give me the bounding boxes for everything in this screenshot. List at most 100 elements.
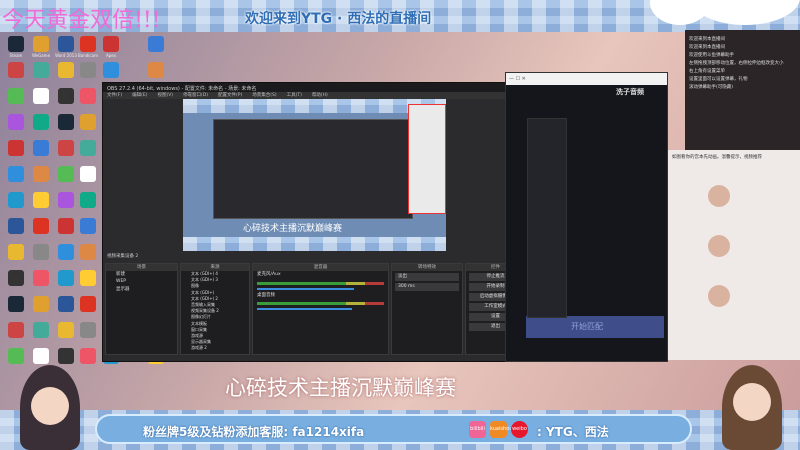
desktop-icon[interactable] [80,62,96,78]
obs-preview[interactable]: 心碎技术主播沉默巅峰赛 [183,99,446,251]
desktop-icon[interactable] [58,140,74,156]
desktop-icon[interactable] [8,88,24,104]
desktop-icon[interactable] [148,36,164,52]
desktop-icon[interactable] [80,88,96,104]
side-panel-text: 如图看你的宫本先动画。温馨提示，视频推荐 [672,155,762,160]
desktop-icon[interactable] [33,322,49,338]
desktop-icon[interactable] [58,192,74,208]
menu-item[interactable]: 配置文件(P) [218,92,242,99]
desktop-icon[interactable] [33,348,49,364]
desktop-icon-label: Steam [9,53,23,58]
desktop-icon[interactable] [33,244,49,260]
desktop-icon[interactable] [8,270,24,286]
desktop-icon[interactable] [103,36,119,52]
desktop-icon[interactable] [80,192,96,208]
desktop-icon[interactable] [58,36,74,52]
desktop-icon[interactable] [80,36,96,52]
transition-duration[interactable]: 300 ms [395,283,459,291]
desktop-icon[interactable] [33,140,49,156]
desktop-icon[interactable] [33,62,49,78]
scene-item[interactable]: 显示器 [106,286,177,294]
desktop-icon-label: WeGame [31,53,51,58]
fan-badge-text: 粉丝牌5级及钻粉添加客服: fa1214xifa [143,425,365,439]
chat-line: 欢迎使用斗鱼弹幕助手 [689,53,734,58]
scene-bar: 视频采集设备 2 [103,253,183,261]
desktop-icon[interactable] [8,62,24,78]
chat-line: 右上角有设置菜单 [689,69,725,74]
chat-line: 左侧拖拽顶部移动位置，右侧拉伸边框改变大小 [689,61,784,66]
menu-item[interactable]: 停靠窗口(D) [183,92,208,99]
desktop-icon[interactable] [80,114,96,130]
desktop-icon[interactable] [58,218,74,234]
audio-meter [257,302,384,305]
desktop-icon[interactable] [8,244,24,260]
desktop-icon[interactable] [8,348,24,364]
desktop-icon[interactable] [8,322,24,338]
menu-item[interactable]: 文件(F) [107,92,122,99]
desktop-icon[interactable] [58,62,74,78]
desktop-icon[interactable] [80,270,96,286]
desktop-icon[interactable] [58,244,74,260]
left-avatar [20,365,80,450]
desktop-icon[interactable] [58,322,74,338]
chat-line: 欢迎来到本直播间 [689,45,725,50]
menu-item[interactable]: 帮助(H) [312,92,328,99]
selected-source[interactable] [408,104,446,214]
desktop-icon[interactable] [8,296,24,312]
desktop-icon[interactable] [8,218,24,234]
desktop-icon[interactable] [8,114,24,130]
chat-line: 欢迎来到本直播间 [689,37,725,42]
right-avatar [722,365,782,450]
side-panel: 如图看你的宫本先动画。温馨提示，视频推荐 [668,150,800,360]
menu-item[interactable]: 工具(T) [287,92,302,99]
footer-banner: 粉丝牌5级及钻粉添加客服: fa1214xifa bilibili kuaish… [0,410,800,450]
desktop-icon[interactable] [80,322,96,338]
bilibili-icon: bilibili [469,421,486,438]
desktop-icon[interactable] [58,348,74,364]
desktop-icon[interactable] [33,192,49,208]
scene-item[interactable]: 新建 [106,271,177,279]
desktop-icon[interactable] [80,296,96,312]
start-match-button[interactable]: 开始匹配 [526,316,664,338]
desktop-icon[interactable] [8,36,24,52]
preview-caption: 心碎技术主播沉默巅峰赛 [243,224,343,234]
desktop-icon[interactable] [33,218,49,234]
desktop-icon[interactable] [58,114,74,130]
scene-item[interactable]: WEP [106,279,177,287]
desktop-icon[interactable] [80,140,96,156]
desktop-icon[interactable] [8,192,24,208]
volume-slider[interactable] [257,308,352,310]
desktop-icon[interactable] [33,166,49,182]
transition-select[interactable]: 淡出 [395,273,459,281]
desktop-icon[interactable] [80,348,96,364]
menu-item[interactable]: 编辑(E) [132,92,147,99]
desktop-icon[interactable] [148,62,164,78]
desktop-icon[interactable] [58,166,74,182]
desktop-icon[interactable] [58,270,74,286]
desktop-icon[interactable] [33,88,49,104]
nested-preview [213,119,413,219]
menu-item[interactable]: 视图(V) [157,92,173,99]
stream-caption: 心碎技术主播沉默巅峰赛 [225,376,456,400]
mixer-channel-name: 麦克风/Aux [257,272,281,277]
desktop-icon[interactable] [33,296,49,312]
desktop-icon[interactable] [103,62,119,78]
obs-title: OBS 27.2.4 (64-bit, windows) - 配置文件: 未命名… [107,86,257,92]
desktop-icon[interactable] [80,166,96,182]
music-titlebar: — ☐ ✕ [506,73,667,85]
volume-slider[interactable] [257,287,355,290]
desktop-icon[interactable] [80,218,96,234]
desktop-icon[interactable] [33,270,49,286]
desktop-icon[interactable] [58,88,74,104]
desktop-icon[interactable] [33,114,49,130]
source-item[interactable]: 游戏源 2 [181,345,249,351]
desktop-icon[interactable] [8,166,24,182]
desktop-icon[interactable] [80,244,96,260]
menu-item[interactable]: 场景集合(S) [252,92,276,99]
desktop-icon[interactable] [58,296,74,312]
audio-meter [257,281,384,285]
weibo-icon: weibo [511,421,528,438]
transitions-dock: 转场特效 淡出 300 ms [391,263,463,355]
desktop-icon[interactable] [8,140,24,156]
desktop-icon[interactable] [33,36,49,52]
